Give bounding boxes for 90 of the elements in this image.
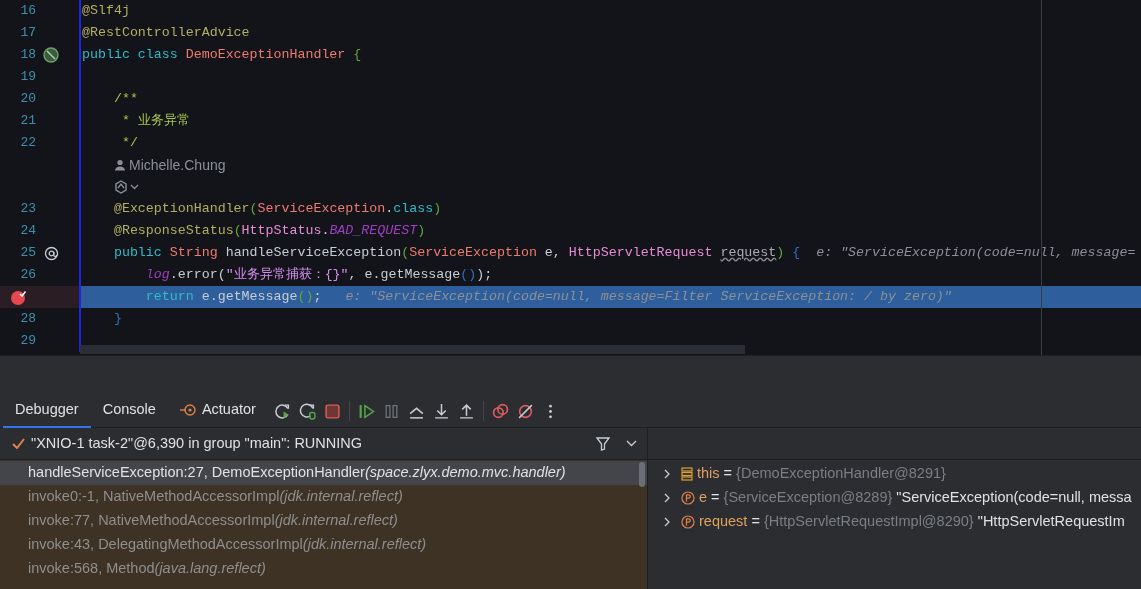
code-token: HttpServletRequest (568, 244, 714, 263)
breakpoints-icon[interactable] (491, 402, 509, 420)
breakpoint-icon[interactable] (9, 288, 27, 306)
filter-icon[interactable] (596, 436, 610, 451)
mute-breakpoints-icon[interactable] (516, 402, 534, 420)
code-token: ServiceException (409, 244, 537, 263)
code-token: BAD_REQUEST (329, 222, 418, 241)
code-token: ) (433, 200, 442, 219)
stop-icon[interactable] (323, 402, 341, 420)
line-number: 28 (20, 311, 36, 327)
code-token: String (169, 244, 218, 263)
line-number: 19 (20, 69, 36, 85)
variable-entry[interactable]: this = {DemoExceptionHandler@8291} (697, 463, 946, 485)
variable-entry[interactable]: request = {HttpServletRequestImpl@8290} "HttpServletRequestIm (699, 511, 1125, 533)
code-token: * 业务异常 (121, 112, 190, 131)
line-number: 18 (20, 47, 36, 63)
no-entry-icon[interactable] (42, 46, 60, 64)
step-out-icon[interactable] (457, 402, 475, 420)
code-token: ) (776, 244, 785, 263)
code-token: HttpStatus (241, 222, 322, 241)
parameter-icon (681, 491, 695, 505)
code-token: class (393, 200, 434, 219)
code-token: @ExceptionHandler (113, 200, 250, 219)
code-token: () (460, 266, 477, 285)
variable-entry[interactable]: e = {ServiceException@8289} "ServiceException(code=null, messa (699, 487, 1132, 509)
person-icon (114, 159, 126, 171)
code-token: DemoExceptionHandler (185, 46, 346, 65)
code-token: public (113, 244, 163, 263)
line-number: 29 (20, 333, 36, 349)
code-token: { (792, 244, 801, 263)
code-token: ) (417, 222, 426, 241)
ai-assistant-icon[interactable] (114, 180, 128, 194)
chevron-right-icon[interactable] (664, 469, 671, 479)
field-stack-icon (681, 467, 693, 481)
code-token: */ (121, 134, 138, 153)
code-token: e, (544, 244, 562, 263)
tab[interactable]: Actuator (167, 394, 268, 428)
chevron-right-icon[interactable] (664, 493, 671, 503)
line-number: 16 (20, 3, 36, 19)
line-number: 23 (20, 201, 36, 217)
thread-selector[interactable]: "XNIO-1 task-2"@6,390 in group "main": RUNNING (31, 432, 596, 455)
stack-frame[interactable]: handleServiceException:27, DemoExceptionHandler(space.zlyx.demo.mvc.handler) (0, 461, 647, 485)
code-token: ( (233, 222, 242, 241)
author-hint[interactable]: Michelle.Chung (129, 154, 226, 176)
code-token: . (385, 200, 394, 219)
chevron-right-icon[interactable] (664, 517, 671, 527)
horizontal-scrollbar[interactable] (80, 345, 745, 354)
line-number: 25 (20, 245, 36, 261)
vertical-scrollbar[interactable] (639, 462, 645, 487)
chevron-down-icon[interactable] (130, 184, 139, 190)
code-token: @RestControllerAdvice (82, 24, 250, 43)
rerun-debug-icon[interactable] (298, 402, 316, 420)
at-sign-icon[interactable] (43, 245, 59, 261)
code-token: log (145, 266, 170, 285)
code-token: public class (82, 46, 179, 65)
check-icon (12, 438, 25, 449)
tab[interactable]: Console (90, 394, 168, 428)
inline-value-hint: e: "ServiceException(code=null, message=Filter ServiceException: / by zero)" (345, 288, 952, 307)
step-into-icon[interactable] (432, 402, 450, 420)
code-token: "业务异常捕获：{}" (225, 266, 349, 285)
code-token: request (720, 244, 777, 263)
line-number: 17 (20, 25, 36, 41)
inline-value-hint: e: "ServiceException(code=null, message= (816, 244, 1136, 263)
code-token: . (321, 222, 330, 241)
code-token: return (145, 288, 194, 307)
line-number: 26 (20, 267, 36, 283)
code-token: e.getMessage (201, 288, 298, 307)
code-token: { (353, 46, 362, 65)
code-token: ( (249, 200, 258, 219)
line-number: 21 (20, 113, 36, 129)
code-token: .error( (169, 266, 226, 285)
resume-icon[interactable] (357, 402, 375, 420)
code-token: @ResponseStatus (113, 222, 234, 241)
code-token: ServiceException (257, 200, 386, 219)
line-number: 24 (20, 223, 36, 239)
actuator-icon (179, 403, 196, 417)
code-token: @Slf4j (82, 2, 130, 21)
rerun-icon[interactable] (273, 402, 291, 420)
code-token: () (297, 288, 314, 307)
parameter-icon (681, 515, 695, 529)
code-token: handleServiceException (225, 244, 402, 263)
code-token: , e.getMessage (348, 266, 461, 285)
chevron-down-icon[interactable] (626, 440, 637, 447)
code-token: /** (113, 90, 138, 109)
code-token: ); (476, 266, 493, 285)
code-token: ; (313, 288, 322, 307)
code-token: ( (401, 244, 410, 263)
code-token: } (113, 310, 122, 329)
line-number: 20 (20, 91, 36, 107)
line-number: 22 (20, 135, 36, 151)
